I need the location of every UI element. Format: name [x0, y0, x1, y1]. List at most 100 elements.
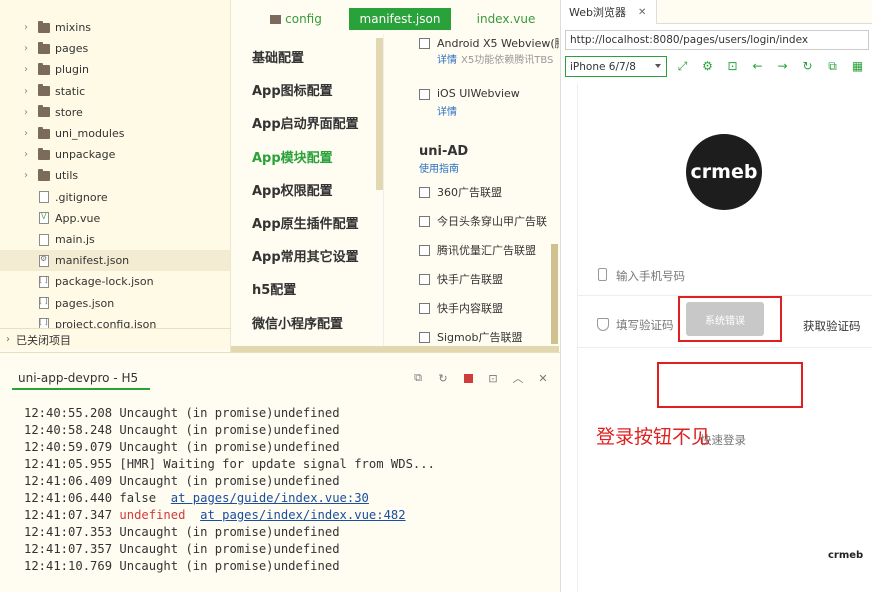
tree-folder[interactable]: › uni_modules	[0, 123, 230, 144]
closed-projects-label: 已关闭项目	[16, 333, 71, 347]
settings-nav-item[interactable]: App原生插件配置	[252, 213, 359, 232]
tree-folder[interactable]: › mixins	[0, 17, 230, 38]
get-code-button[interactable]: 获取验证码	[803, 318, 861, 334]
tree-folder[interactable]: › unpackage	[0, 144, 230, 165]
ad-option-checkbox[interactable]	[419, 187, 430, 198]
chevron-right-icon[interactable]: ›	[24, 86, 28, 97]
log-source-link[interactable]: at pages/index/index.vue:482	[200, 508, 405, 522]
chevron-right-icon[interactable]: ›	[24, 128, 28, 139]
tree-file[interactable]: pages.json	[0, 293, 230, 314]
ide-window: › mixins › pages › plugin › static › store › uni_mo…	[0, 0, 872, 592]
ad-option-checkbox[interactable]	[419, 303, 430, 314]
tree-folder[interactable]: › static	[0, 81, 230, 102]
chevron-up-icon[interactable]: ︿	[511, 371, 525, 385]
console-toolbar: ⧉ ↻ ⊡ ︿ ✕	[411, 371, 550, 385]
chevron-right-icon[interactable]: ›	[24, 43, 28, 54]
phone-row[interactable]: 输入手机号码	[578, 260, 872, 296]
file-icon	[39, 191, 49, 204]
file-icon	[39, 317, 49, 328]
chevron-right-icon[interactable]: ›	[24, 22, 28, 33]
settings-nav-item[interactable]: App模块配置	[252, 147, 333, 166]
settings-nav-item[interactable]: App图标配置	[252, 80, 333, 99]
restart-icon[interactable]: ↻	[436, 371, 450, 385]
tree-item-label: uni_modules	[55, 127, 125, 140]
refresh-icon[interactable]: ↻	[800, 58, 815, 74]
x5-webview-checkbox[interactable]	[419, 38, 430, 49]
back-arrow-icon[interactable]: ←	[750, 58, 765, 74]
tab-manifest[interactable]: manifest.json	[349, 8, 451, 30]
tab-config[interactable]: config	[261, 8, 331, 30]
screenshot-icon[interactable]: ⤢	[675, 58, 690, 74]
terminal-icon[interactable]: ⊡	[486, 371, 500, 385]
settings-nav-item[interactable]: App常用其它设置	[252, 246, 359, 265]
folder-icon	[38, 84, 50, 97]
settings-content: Android X5 Webview(腾 详情 X5功能依赖腾讯TBS iOS …	[383, 34, 559, 352]
ios-webview-detail-link[interactable]: 详情	[437, 103, 457, 118]
tree-folder[interactable]: › store	[0, 102, 230, 123]
phone-input[interactable]: 输入手机号码	[616, 268, 685, 284]
settings-nav-item[interactable]: App权限配置	[252, 180, 333, 199]
folder-icon	[38, 126, 50, 139]
settings-nav-item[interactable]: 微信小程序配置	[252, 313, 343, 332]
tree-item-label: mixins	[55, 21, 92, 34]
uni-ad-guide-link[interactable]: 使用指南	[419, 160, 459, 175]
tree-item-label: package-lock.json	[55, 275, 154, 289]
verification-code-input[interactable]: 填写验证码	[616, 317, 674, 333]
log-time: 12:41:06.409	[24, 474, 113, 488]
tree-item-label: .gitignore	[55, 190, 108, 204]
console-icon[interactable]: ⊡	[725, 58, 740, 74]
file-tree: › mixins › pages › plugin › static › store › uni_mo…	[0, 0, 230, 328]
console-tab[interactable]: uni-app-devpro - H5	[12, 371, 151, 390]
devtools-gear-icon[interactable]: ⚙	[700, 58, 715, 74]
close-icon[interactable]: ✕	[638, 7, 646, 18]
chevron-right-icon[interactable]: ›	[24, 170, 28, 181]
tree-file[interactable]: .gitignore	[0, 187, 230, 208]
qrcode-icon[interactable]: ▦	[850, 58, 865, 74]
url-input[interactable]: http://localhost:8080/pages/users/login/…	[565, 30, 869, 50]
settings-nav-item[interactable]: App启动界面配置	[252, 113, 359, 132]
tree-file[interactable]: manifest.json	[0, 250, 230, 272]
ad-option-label: 360广告联盟	[437, 186, 502, 199]
log-line: 12:40:55.208 Uncaught (in promise)undefi…	[24, 405, 435, 422]
tree-item-label: manifest.json	[55, 254, 130, 268]
tab-index-vue[interactable]: index.vue	[461, 8, 551, 30]
tree-file[interactable]: App.vue	[0, 208, 230, 229]
file-icon	[39, 254, 49, 267]
tree-file[interactable]: project.config.json	[0, 314, 230, 328]
forward-arrow-icon[interactable]: →	[775, 58, 790, 74]
tree-file[interactable]: main.js	[0, 229, 230, 250]
browser-tab[interactable]: Web浏览器 ✕	[561, 0, 657, 24]
log-source-link[interactable]: at pages/guide/index.vue:30	[171, 491, 369, 505]
tree-folder[interactable]: › pages	[0, 38, 230, 59]
tree-file[interactable]: package-lock.json	[0, 271, 230, 292]
chevron-right-icon[interactable]: ›	[24, 107, 28, 118]
new-window-icon[interactable]: ⧉	[825, 58, 840, 74]
log-time: 12:40:58.248	[24, 423, 113, 437]
open-external-icon[interactable]: ⧉	[411, 371, 425, 385]
log-line: 12:41:10.769 Uncaught (in promise)undefi…	[24, 558, 435, 575]
annotation-box-error	[678, 296, 782, 342]
chevron-right-icon[interactable]: ›	[24, 64, 28, 75]
log-line: 12:41:06.440 false at pages/guide/index.…	[24, 490, 435, 507]
content-scrollbar[interactable]	[551, 244, 558, 344]
ad-option-checkbox[interactable]	[419, 245, 430, 256]
ad-option-checkbox[interactable]	[419, 216, 430, 227]
tree-item-label: static	[55, 84, 86, 98]
tree-folder[interactable]: › plugin	[0, 59, 230, 80]
x5-webview-detail-link[interactable]: 详情	[437, 51, 457, 66]
tree-folder[interactable]: › utils	[0, 165, 230, 186]
chevron-right-icon[interactable]: ›	[24, 149, 28, 160]
settings-nav-item[interactable]: 基础配置	[252, 47, 304, 66]
crmeb-logo: crmeb	[686, 134, 762, 210]
device-select[interactable]: iPhone 6/7/8	[565, 56, 667, 77]
tree-item-label: project.config.json	[55, 317, 157, 328]
tree-item-label: unpackage	[55, 148, 116, 162]
nav-scrollbar[interactable]	[376, 38, 383, 190]
clear-console-icon[interactable]: ✕	[536, 371, 550, 385]
ad-option-checkbox[interactable]	[419, 274, 430, 285]
stop-icon[interactable]	[461, 371, 475, 385]
ios-webview-checkbox[interactable]	[419, 89, 430, 100]
closed-projects-row[interactable]: › 已关闭项目	[0, 328, 230, 350]
ad-option-checkbox[interactable]	[419, 332, 430, 343]
settings-nav-item[interactable]: h5配置	[252, 279, 296, 298]
